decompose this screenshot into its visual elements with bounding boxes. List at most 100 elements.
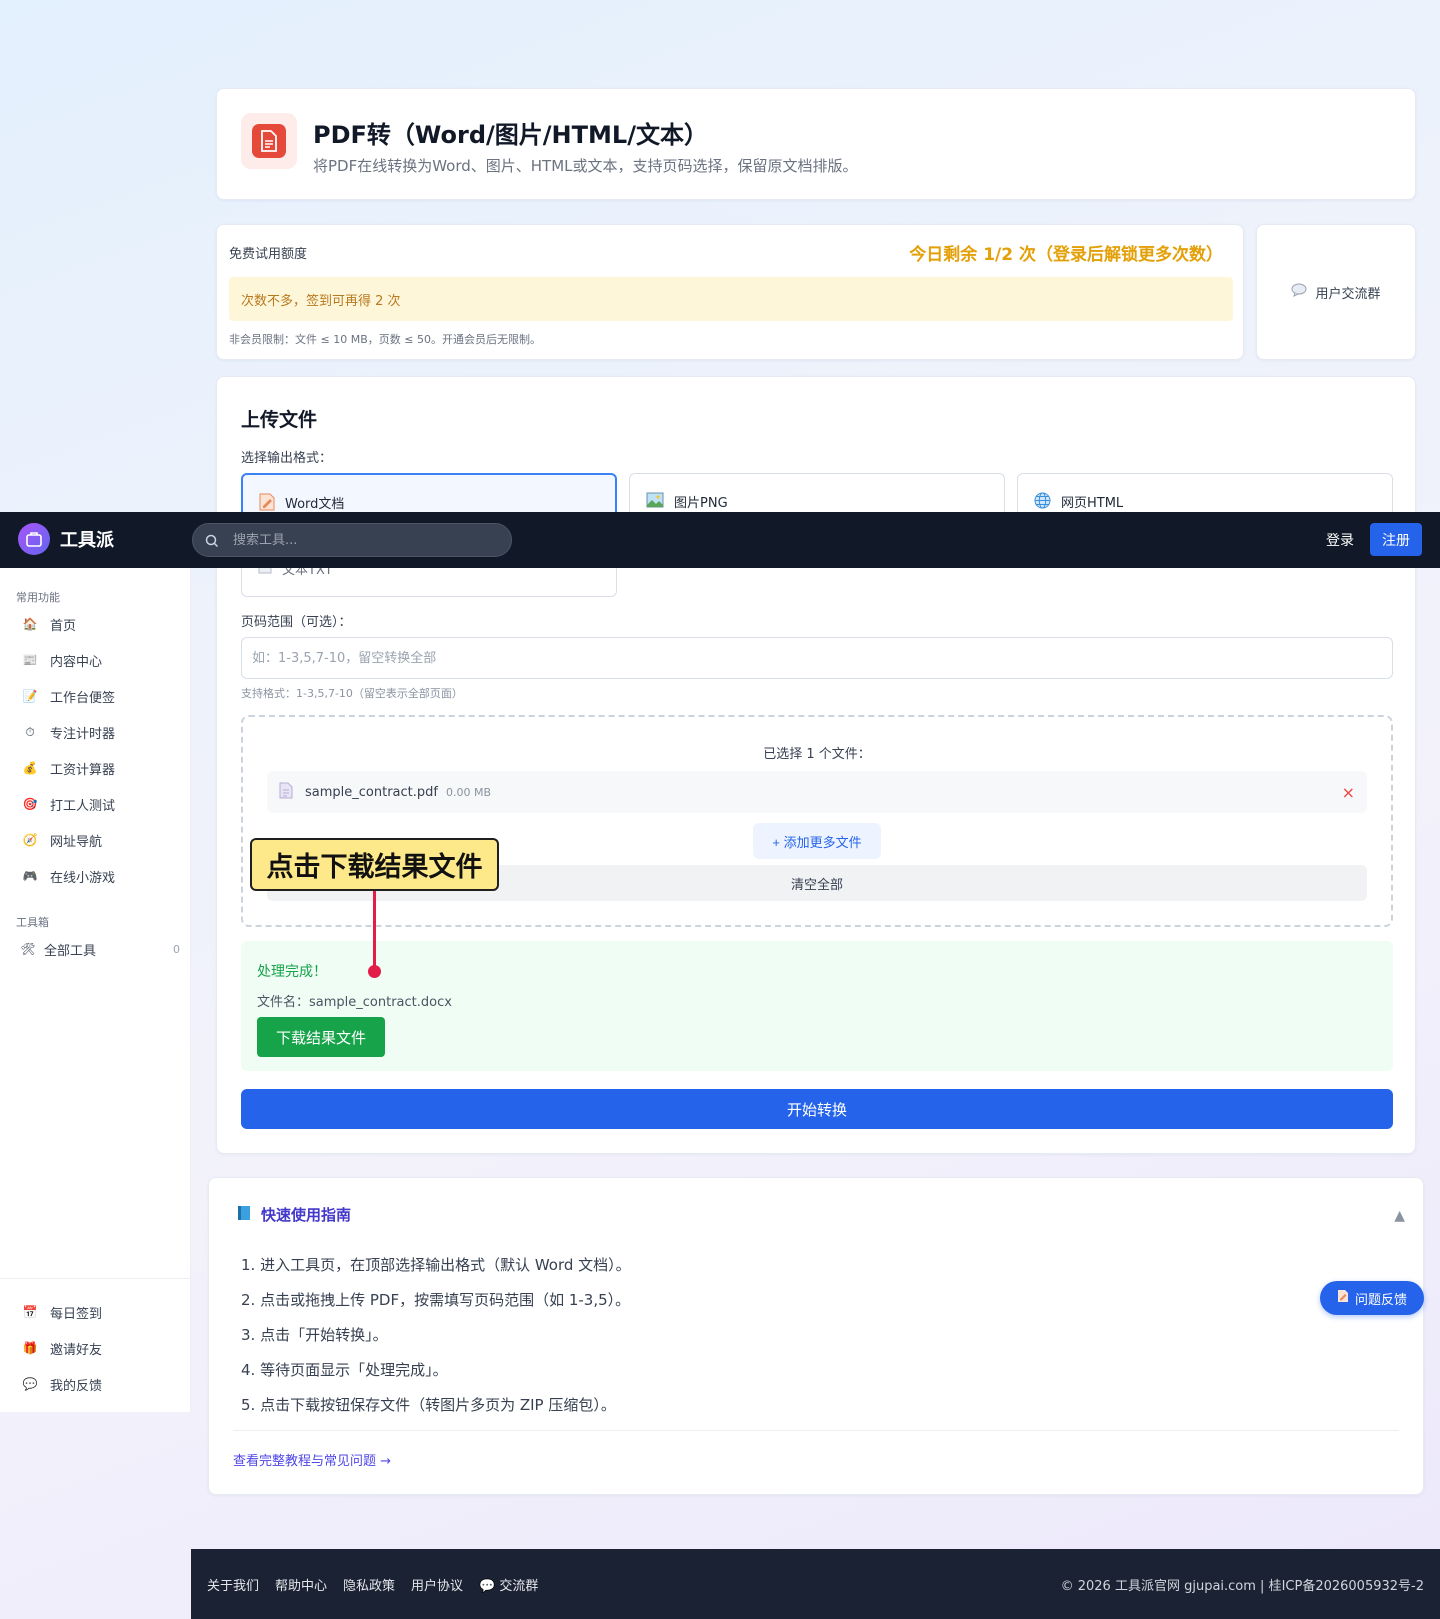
login-link[interactable]: 登录 [1326, 530, 1354, 550]
footer-link-terms[interactable]: 用户协议 [411, 1575, 463, 1594]
guide-step: 4. 等待页面显示「处理完成」。 [241, 1361, 448, 1379]
file-drop-zone[interactable]: 已选择 1 个文件： sample_contract.pdf 0.00 MB ×… [241, 715, 1393, 927]
gamepad-icon: 🎮 [22, 869, 38, 883]
add-more-files-button[interactable]: + 添加更多文件 [753, 823, 881, 859]
sidebar-item-label: 我的反馈 [50, 1378, 103, 1394]
sidebar-item-memo[interactable]: 📝 工作台便签 [22, 681, 182, 711]
memo-icon [1337, 1289, 1349, 1307]
chat-bubble-icon: 💬 [479, 1579, 500, 1594]
sidebar-item-test[interactable]: 🎯 打工人测试 [22, 789, 182, 819]
logo-icon[interactable] [18, 523, 50, 555]
footer-links: 关于我们 帮助中心 隐私政策 用户协议 💬 交流群 [207, 1575, 538, 1594]
sidebar-item-label: 工作台便签 [50, 690, 116, 706]
sidebar-item-label: 工资计算器 [50, 762, 116, 778]
guide-step: 3. 点击「开始转换」。 [241, 1326, 388, 1344]
feedback-label: 问题反馈 [1354, 1292, 1407, 1308]
memo-icon: 📝 [22, 689, 38, 703]
speech-icon: 💬 [22, 1377, 38, 1391]
format-option-label: 网页HTML [1061, 496, 1124, 511]
file-name: sample_contract.pdf [305, 784, 438, 800]
file-icon [279, 782, 293, 803]
result-file-name: 文件名：sample_contract.docx [257, 995, 452, 1010]
upload-card: 上传文件 选择输出格式： Word文档 图片PNG 网页HTML 文本TXT 页… [216, 376, 1416, 1154]
page-title: PDF转（Word/图片/HTML/文本） [313, 121, 708, 149]
sidebar-item-label: 在线小游戏 [50, 870, 116, 886]
sidebar-item-content[interactable]: 📰 内容中心 [22, 645, 182, 675]
divider [233, 1430, 1399, 1431]
globe-icon [1034, 492, 1051, 513]
quota-label: 免费试用额度 [229, 247, 308, 262]
quick-guide-card: 快速使用指南 ▲ 1. 进入工具页，在顶部选择输出格式（默认 Word 文档）。… [208, 1177, 1424, 1495]
page-range-hint: 支持格式：1-3,5,7-10（留空表示全部页面） [241, 687, 463, 700]
sidebar-item-checkin[interactable]: 📅 每日签到 [22, 1297, 182, 1327]
page-range-label: 页码范围（可选）： [241, 615, 352, 630]
page-subtitle: 将PDF在线转换为Word、图片、HTML或文本，支持页码选择，保留原文档排版。 [313, 157, 858, 175]
start-convert-button[interactable]: 开始转换 [241, 1089, 1393, 1129]
sidebar-item-nav[interactable]: 🧭 网址导航 [22, 825, 182, 855]
feedback-float-button[interactable]: 问题反馈 [1320, 1281, 1424, 1315]
guide-step: 1. 进入工具页，在顶部选择输出格式（默认 Word 文档）。 [241, 1256, 631, 1274]
sidebar-item-label: 全部工具 [44, 943, 97, 959]
quota-remaining: 今日剩余 1/2 次（登录后解锁更多次数） [909, 245, 1223, 265]
money-bag-icon: 💰 [22, 761, 38, 775]
callout-label: 点击下载结果文件 [250, 838, 499, 891]
footer: 关于我们 帮助中心 隐私政策 用户协议 💬 交流群 © 2026 工具派官网 g… [191, 1549, 1440, 1619]
sidebar-item-label: 内容中心 [50, 654, 103, 670]
register-button[interactable]: 注册 [1370, 523, 1422, 556]
selected-file-count: 已选择 1 个文件： [763, 747, 871, 762]
format-label: 选择输出格式： [241, 451, 333, 466]
sidebar-item-invite[interactable]: 🎁 邀请好友 [22, 1333, 182, 1363]
collapse-toggle-icon[interactable]: ▲ [1394, 1208, 1405, 1224]
callout-pointer-dot [368, 965, 381, 978]
remove-file-icon[interactable]: × [1342, 783, 1355, 802]
guide-title: 快速使用指南 [261, 1206, 352, 1224]
sidebar-item-label: 专注计时器 [50, 726, 116, 742]
image-icon [646, 492, 664, 512]
search-icon [205, 533, 219, 552]
sidebar-item-salary[interactable]: 💰 工资计算器 [22, 753, 182, 783]
format-option-label: Word文档 [285, 497, 345, 512]
gift-icon: 🎁 [22, 1341, 38, 1355]
sidebar-item-label: 首页 [50, 618, 77, 634]
top-navbar: 工具派 登录 注册 [0, 512, 1440, 568]
quota-tip: 次数不多，签到可再得 2 次 [229, 277, 1233, 321]
sidebar-item-label: 打工人测试 [50, 798, 116, 814]
pdf-document-icon [241, 113, 297, 169]
tools-icon: 🛠 [20, 942, 36, 956]
sidebar-item-label: 每日签到 [50, 1306, 103, 1322]
file-list-item: sample_contract.pdf 0.00 MB × [267, 771, 1367, 813]
footer-link-group[interactable]: 💬 交流群 [479, 1575, 538, 1594]
footer-link-about[interactable]: 关于我们 [207, 1575, 259, 1594]
tool-header-card: PDF转（Word/图片/HTML/文本） 将PDF在线转换为Word、图片、H… [216, 88, 1416, 200]
sidebar-item-all-tools[interactable]: 🛠 全部工具 0 [20, 934, 180, 964]
user-group-button[interactable]: 用户交流群 [1256, 224, 1416, 360]
download-result-button[interactable]: 下载结果文件 [257, 1017, 385, 1057]
footer-link-privacy[interactable]: 隐私政策 [343, 1575, 395, 1594]
full-tutorial-link[interactable]: 查看完整教程与常见问题 → [233, 1450, 391, 1469]
guide-header[interactable]: 快速使用指南 [237, 1204, 351, 1225]
upload-title: 上传文件 [241, 409, 318, 431]
sidebar-item-games[interactable]: 🎮 在线小游戏 [22, 861, 182, 891]
page-range-input[interactable] [241, 637, 1393, 679]
guide-step: 5. 点击下载按钮保存文件（转图片多页为 ZIP 压缩包）。 [241, 1396, 616, 1414]
quota-card: 免费试用额度 今日剩余 1/2 次（登录后解锁更多次数） 次数不多，签到可再得 … [216, 224, 1244, 360]
sidebar-item-label: 网址导航 [50, 834, 103, 850]
sidebar-item-my-feedback[interactable]: 💬 我的反馈 [22, 1369, 182, 1399]
search-input[interactable] [192, 523, 512, 557]
quota-limit-note: 非会员限制：文件 ≤ 10 MB，页数 ≤ 50。开通会员后无限制。 [229, 333, 541, 346]
callout-pointer-line [373, 891, 376, 971]
book-icon [237, 1205, 251, 1225]
brand-name[interactable]: 工具派 [60, 526, 114, 552]
sidebar-item-timer[interactable]: ⏱ 专注计时器 [22, 717, 182, 747]
guide-step: 2. 点击或拖拽上传 PDF，按需填写页码范围（如 1-3,5）。 [241, 1291, 631, 1309]
chat-bubble-icon [1291, 283, 1307, 301]
result-status: 处理完成！ [257, 964, 327, 980]
sidebar-item-home[interactable]: 🏠 首页 [22, 609, 182, 639]
result-panel: 处理完成！ 文件名：sample_contract.docx 下载结果文件 [241, 941, 1393, 1071]
sidebar-section-title: 常用功能 [16, 591, 60, 604]
calendar-icon: 📅 [22, 1305, 38, 1319]
target-icon: 🎯 [22, 797, 38, 811]
guide-steps: 1. 进入工具页，在顶部选择输出格式（默认 Word 文档）。 2. 点击或拖拽… [241, 1248, 631, 1423]
copyright: © 2026 工具派官网 gjupai.com | 桂ICP备202600593… [1060, 1579, 1424, 1594]
footer-link-help[interactable]: 帮助中心 [275, 1575, 327, 1594]
